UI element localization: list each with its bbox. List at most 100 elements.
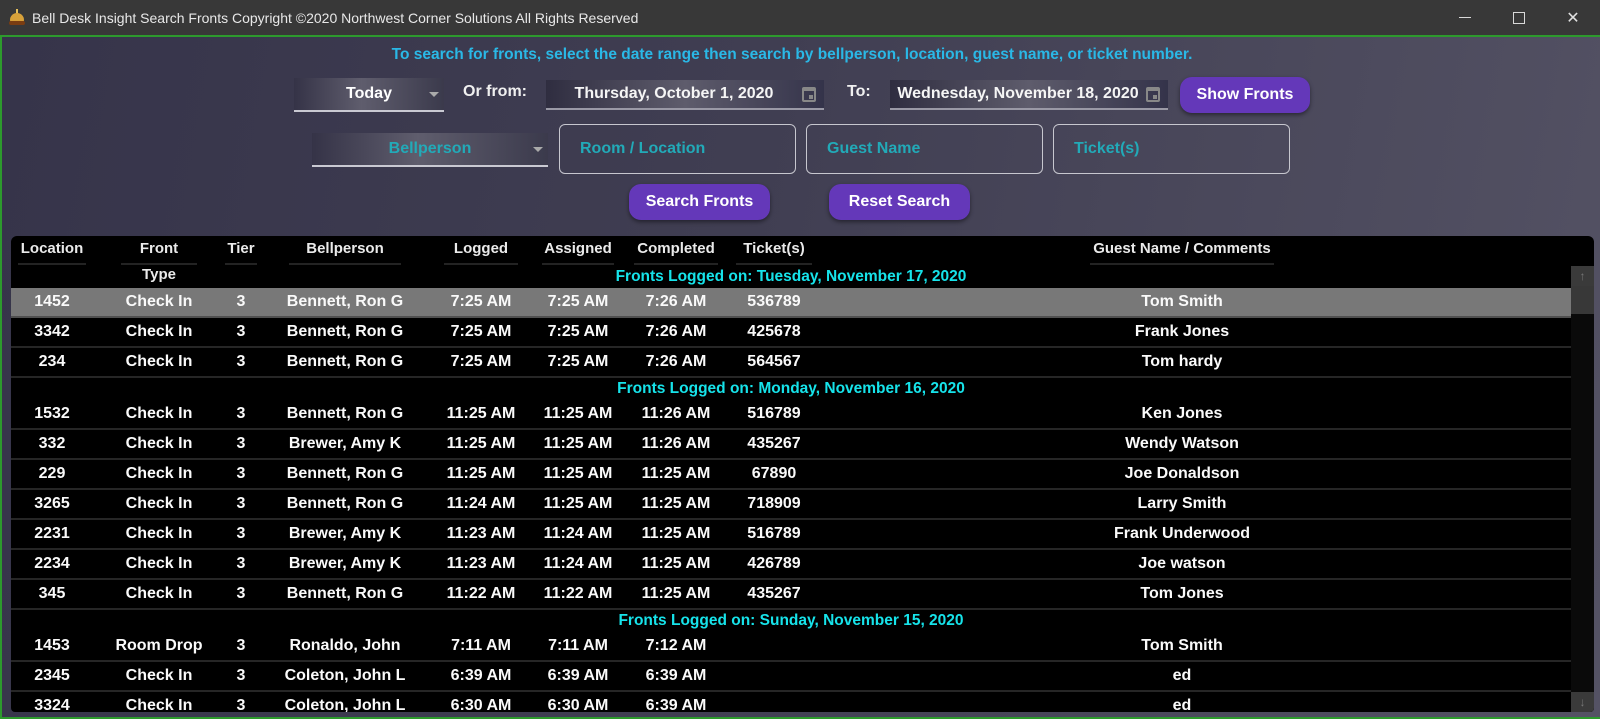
cell-tickets: 426789 (747, 555, 801, 572)
table-row[interactable]: 345 Check In 3 Bennett, Ron G 11:22 AM 11:22 … (11, 580, 1571, 610)
close-button[interactable]: ✕ (1546, 0, 1600, 35)
minimize-button[interactable] (1438, 0, 1492, 35)
calendar-icon[interactable] (1146, 86, 1160, 102)
tickets-placeholder: Ticket(s) (1074, 140, 1140, 157)
instructions-text: To search for fronts, select the date ra… (391, 46, 1193, 63)
cell-tickets: 564567 (747, 353, 801, 370)
cell-bellperson: Bennett, Ron G (286, 293, 404, 310)
cell-location: 3342 (34, 323, 70, 340)
cell-assigned: 11:25 AM (543, 495, 613, 512)
cell-logged: 6:30 AM (450, 697, 512, 712)
table-row[interactable]: 3265 Check In 3 Bennett, Ron G 11:24 AM 11:25… (11, 490, 1571, 520)
maximize-icon (1513, 11, 1525, 24)
to-date-picker[interactable]: Wednesday, November 18, 2020 (890, 80, 1168, 110)
table-row-selected[interactable]: 1452 Check In 3 Bennett, Ron G 7:25 AM 7:25 A… (11, 288, 1571, 318)
table-row[interactable]: 3324 Check In 3 Coleton, John L 6:30 AM 6:30 … (11, 692, 1571, 712)
cell-tier: 3 (236, 353, 246, 370)
column-header-front-type[interactable]: Front Type (121, 236, 197, 283)
scroll-down-arrow-icon[interactable]: ↓ (1571, 692, 1594, 712)
guest-name-input[interactable]: Guest Name (806, 124, 1043, 174)
cell-tickets: 536789 (747, 293, 801, 310)
cell-front-type: Check In (125, 585, 193, 602)
column-header-guest-name[interactable]: Guest Name / Comments (1090, 236, 1274, 266)
cell-logged: 11:25 AM (446, 435, 516, 452)
from-date-picker[interactable]: Thursday, October 1, 2020 (546, 80, 824, 110)
cell-tier: 3 (236, 465, 246, 482)
column-header-tier[interactable]: Tier (225, 236, 257, 266)
close-icon: ✕ (1566, 9, 1580, 27)
cell-front-type: Room Drop (115, 637, 203, 654)
group-header: Fronts Logged on: Sunday, November 15, 2… (618, 612, 964, 629)
cell-bellperson: Ronaldo, John (289, 637, 401, 654)
cell-tier: 3 (236, 405, 246, 422)
vertical-scrollbar[interactable]: ↑ ↓ (1571, 266, 1594, 712)
table-row[interactable]: 332 Check In 3 Brewer, Amy K 11:25 AM 11:25 A… (11, 430, 1571, 460)
cell-guest-name: Tom Smith (1141, 637, 1223, 654)
maximize-button[interactable] (1492, 0, 1546, 35)
cell-logged: 11:24 AM (446, 495, 516, 512)
room-location-input[interactable]: Room / Location (559, 124, 796, 174)
cell-logged: 7:25 AM (450, 293, 512, 310)
column-header-logged[interactable]: Logged (444, 236, 518, 266)
table-row[interactable]: 2231 Check In 3 Brewer, Amy K 11:23 AM 11:24 … (11, 520, 1571, 550)
cell-logged: 7:11 AM (451, 637, 511, 654)
table-row[interactable]: 229 Check In 3 Bennett, Ron G 11:25 AM 11:25 … (11, 460, 1571, 490)
title-bar: Bell Desk Insight Search Fronts Copyrigh… (0, 0, 1600, 35)
cell-tier: 3 (236, 637, 246, 654)
cell-tier: 3 (236, 293, 246, 310)
chevron-down-icon (429, 92, 439, 97)
cell-assigned: 7:11 AM (548, 637, 608, 654)
cell-completed: 11:25 AM (641, 465, 711, 482)
cell-front-type: Check In (125, 495, 193, 512)
cell-front-type: Check In (125, 323, 193, 340)
cell-assigned: 7:25 AM (547, 323, 609, 340)
column-header-bellperson[interactable]: Bellperson (289, 236, 401, 266)
cell-assigned: 11:25 AM (543, 465, 613, 482)
cell-tickets: 435267 (747, 585, 801, 602)
cell-completed: 11:26 AM (641, 405, 711, 422)
cell-tickets (726, 692, 822, 712)
column-header-assigned[interactable]: Assigned (542, 236, 614, 266)
from-date-value: Thursday, October 1, 2020 (574, 85, 774, 102)
bellperson-select[interactable]: Bellperson (312, 133, 548, 167)
table-row[interactable]: 1453 Room Drop 3 Ronaldo, John 7:11 AM 7:11 A… (11, 632, 1571, 662)
cell-tier: 3 (236, 697, 246, 712)
table-row[interactable]: 1532 Check In 3 Bennett, Ron G 11:25 AM 11:25… (11, 400, 1571, 430)
cell-location: 345 (38, 585, 66, 602)
search-fronts-button[interactable]: Search Fronts (629, 184, 770, 220)
scrollbar-thumb[interactable] (1571, 286, 1594, 314)
cell-bellperson: Bennett, Ron G (286, 323, 404, 340)
column-header-tickets[interactable]: Ticket(s) (736, 236, 812, 266)
date-range-select[interactable]: Today (294, 78, 444, 112)
scroll-up-arrow-icon[interactable]: ↑ (1571, 266, 1594, 286)
show-fronts-button[interactable]: Show Fronts (1180, 77, 1310, 113)
scrollbar-track[interactable] (1571, 266, 1594, 712)
cell-front-type: Check In (125, 667, 193, 684)
table-row[interactable]: 2345 Check In 3 Coleton, John L 6:39 AM 6:39 … (11, 662, 1571, 692)
cell-location: 1532 (34, 405, 70, 422)
cell-bellperson: Bennett, Ron G (286, 495, 404, 512)
reset-search-button[interactable]: Reset Search (829, 184, 970, 220)
cell-front-type: Check In (125, 405, 193, 422)
cell-logged: 11:25 AM (446, 405, 516, 422)
minimize-icon (1459, 17, 1471, 18)
cell-logged: 11:22 AM (446, 585, 516, 602)
table-row[interactable]: 234 Check In 3 Bennett, Ron G 7:25 AM 7:25 AM… (11, 348, 1571, 378)
tickets-input[interactable]: Ticket(s) (1053, 124, 1290, 174)
cell-completed: 11:25 AM (641, 555, 711, 572)
cell-assigned: 11:22 AM (543, 585, 613, 602)
cell-location: 1452 (34, 293, 70, 310)
cell-location: 3265 (34, 495, 70, 512)
calendar-icon[interactable] (802, 86, 816, 102)
cell-guest-name: Tom hardy (1141, 353, 1223, 370)
column-header-location[interactable]: Location (18, 236, 86, 266)
cell-completed: 7:26 AM (645, 323, 707, 340)
table-row[interactable]: 2234 Check In 3 Brewer, Amy K 11:23 AM 11:24 … (11, 550, 1571, 580)
table-row[interactable]: 3342 Check In 3 Bennett, Ron G 7:25 AM 7:25 A… (11, 318, 1571, 348)
cell-front-type: Check In (125, 435, 193, 452)
cell-guest-name: Frank Jones (1134, 323, 1230, 340)
cell-completed: 11:26 AM (641, 435, 711, 452)
cell-assigned: 7:25 AM (547, 353, 609, 370)
cell-tickets: 516789 (747, 405, 801, 422)
column-header-completed[interactable]: Completed (634, 236, 718, 266)
